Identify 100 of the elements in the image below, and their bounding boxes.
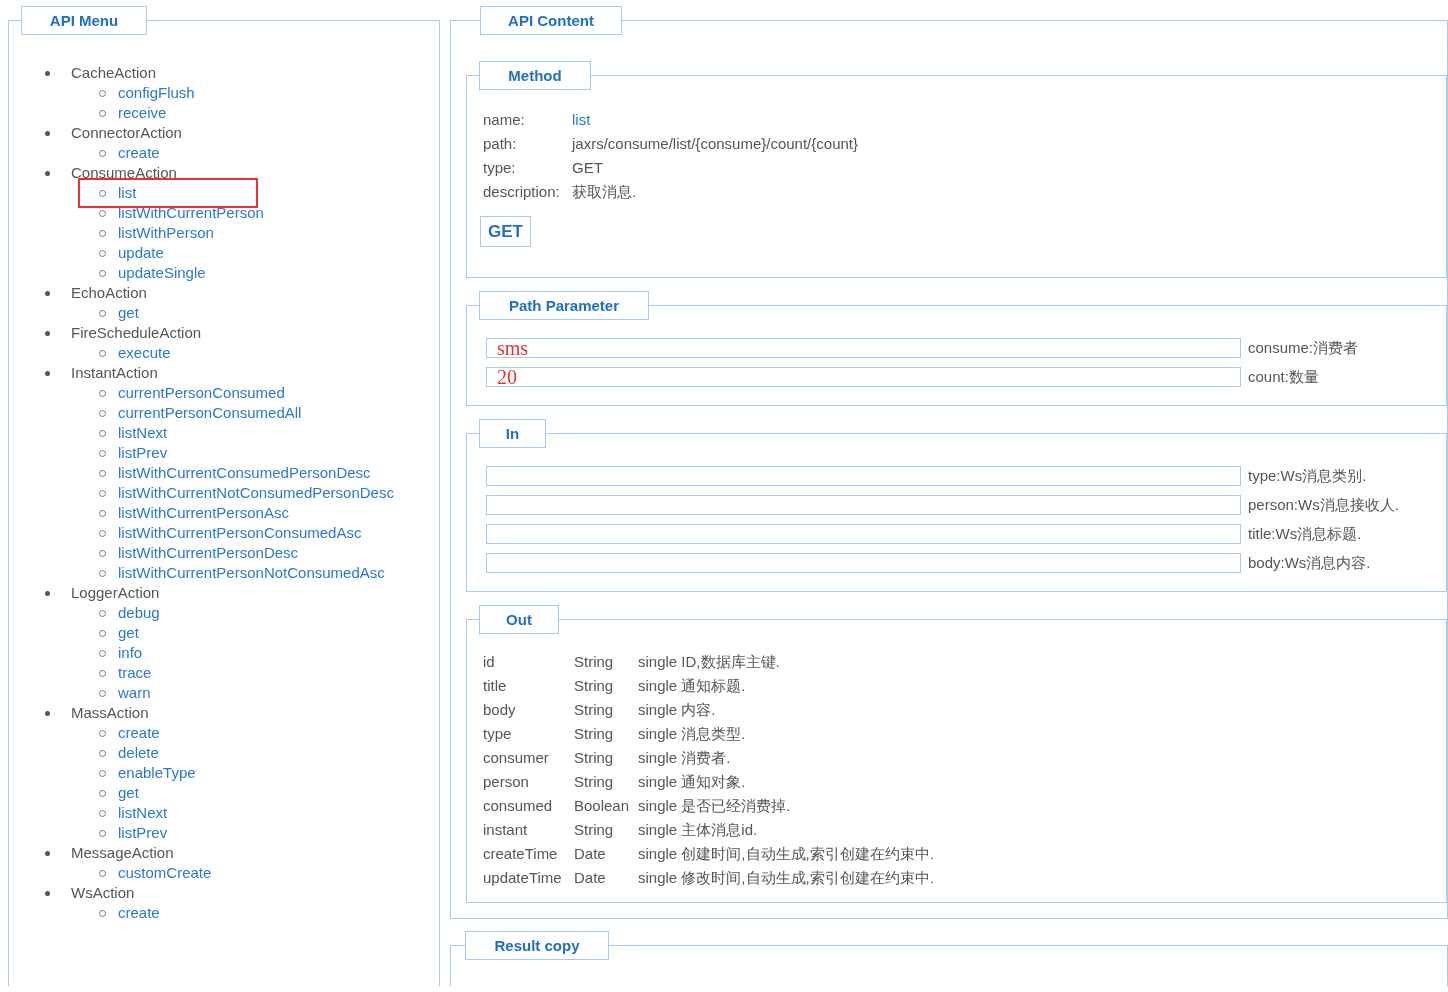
bullet-icon — [45, 370, 50, 376]
section-title: In — [479, 419, 546, 448]
input-field[interactable] — [486, 553, 1241, 573]
menu-link[interactable]: get — [118, 303, 139, 323]
menu-link[interactable]: debug — [118, 603, 160, 623]
bullet-icon — [45, 330, 50, 336]
menu-link[interactable]: warn — [118, 683, 151, 703]
table-cell-text: single 通知标题. — [638, 676, 747, 696]
table-cell-text: single 主体消息id. — [638, 820, 759, 840]
input-field[interactable]: 20 — [486, 367, 1241, 387]
menu-link[interactable]: customCreate — [118, 863, 212, 883]
table-cell-text: single 内容. — [638, 700, 717, 720]
table-cell-text: Date — [574, 844, 607, 864]
bullet-icon — [45, 70, 50, 76]
menu-link[interactable]: listWithPerson — [118, 223, 214, 243]
table-cell-text: type — [483, 724, 513, 744]
section-title: Path Parameter — [479, 291, 649, 320]
table-cell-text: single 通知对象. — [638, 772, 747, 792]
menu-link[interactable]: list — [118, 183, 137, 203]
menu-link[interactable]: listPrev — [118, 443, 168, 463]
table-cell-text: Boolean — [574, 796, 631, 816]
table-cell-text: String — [574, 772, 615, 792]
table-cell-text: consumer — [483, 748, 550, 768]
menu-link[interactable]: get — [118, 783, 139, 803]
menu-link[interactable]: updateSingle — [118, 263, 206, 283]
table-cell-text: updateTime — [483, 868, 563, 888]
group-name: ConnectorAction — [71, 123, 182, 143]
menu-link[interactable]: listWithCurrentPersonAsc — [118, 503, 289, 523]
menu-link[interactable]: listWithCurrentConsumedPersonDesc — [118, 463, 371, 483]
table-cell-text: String — [574, 748, 615, 768]
menu-link[interactable]: create — [118, 143, 160, 163]
param-label: count:数量 — [1248, 367, 1319, 387]
field-label: description: — [483, 182, 561, 202]
field-label: name: — [483, 110, 526, 130]
table-cell-text: single 消费者. — [638, 748, 732, 768]
param-label: type:Ws消息类别. — [1248, 466, 1367, 486]
table-cell-text: String — [574, 676, 615, 696]
bullet-icon — [45, 130, 50, 136]
menu-link[interactable]: create — [118, 903, 160, 923]
bullet-icon — [45, 290, 50, 296]
field-label: type: — [483, 158, 517, 178]
table-cell-text: body — [483, 700, 517, 720]
field-value: 获取消息. — [572, 182, 638, 202]
section-title: API Menu — [21, 6, 147, 35]
group-name: LoggerAction — [71, 583, 160, 603]
menu-link[interactable]: get — [118, 623, 139, 643]
param-label: consume:消费者 — [1248, 338, 1359, 358]
table-cell-text: consumed — [483, 796, 554, 816]
param-label: body:Ws消息内容. — [1248, 553, 1371, 573]
menu-link[interactable]: listWithCurrentPerson — [118, 203, 264, 223]
bullet-icon — [45, 170, 50, 176]
menu-link[interactable]: listWithCurrentPersonNotConsumedAsc — [118, 563, 385, 583]
menu-link[interactable]: listWithCurrentPersonConsumedAsc — [118, 523, 362, 543]
menu-link[interactable]: execute — [118, 343, 171, 363]
table-cell-text: single 消息类型. — [638, 724, 747, 744]
group-name: FireScheduleAction — [71, 323, 202, 343]
section-title: Result copy — [465, 931, 609, 960]
table-cell-text: instant — [483, 820, 529, 840]
table-cell-text: id — [483, 652, 496, 672]
group-name: MassAction — [71, 703, 149, 723]
menu-link[interactable]: enableType — [118, 763, 196, 783]
section-title: Method — [479, 61, 591, 90]
param-label: person:Ws消息接收人. — [1248, 495, 1399, 515]
bullet-icon — [45, 710, 50, 716]
menu-link[interactable]: listPrev — [118, 823, 168, 843]
input-field[interactable]: sms — [486, 338, 1241, 358]
menu-link[interactable]: receive — [118, 103, 167, 123]
param-label: title:Ws消息标题. — [1248, 524, 1362, 544]
table-cell-text: single 创建时间,自动生成,索引创建在约束中. — [638, 844, 935, 864]
menu-link[interactable]: currentPersonConsumed — [118, 383, 285, 403]
menu-link[interactable]: create — [118, 723, 160, 743]
bullet-icon — [45, 850, 50, 856]
menu-link[interactable]: update — [118, 243, 164, 263]
table-cell-text: Date — [574, 868, 607, 888]
field-value: jaxrs/consume/list/{consume}/count/{count} — [572, 134, 859, 154]
table-cell-text: person — [483, 772, 530, 792]
field-value[interactable]: list — [572, 110, 1446, 130]
bullet-icon — [45, 590, 50, 596]
menu-link[interactable]: listNext — [118, 423, 168, 443]
menu-link[interactable]: listWithCurrentNotConsumedPersonDesc — [118, 483, 394, 503]
group-name: MessageAction — [71, 843, 174, 863]
section-title: Out — [479, 605, 559, 634]
menu-link[interactable]: listWithCurrentPersonDesc — [118, 543, 299, 563]
input-field[interactable] — [486, 524, 1241, 544]
group-name: InstantAction — [71, 363, 158, 383]
menu-link[interactable]: info — [118, 643, 143, 663]
table-cell-text: String — [574, 700, 615, 720]
table-cell-text: String — [574, 820, 615, 840]
menu-link[interactable]: configFlush — [118, 83, 195, 103]
menu-link[interactable]: listNext — [118, 803, 168, 823]
field-value: GET — [572, 158, 604, 178]
input-field[interactable] — [486, 495, 1241, 515]
menu-link[interactable]: currentPersonConsumedAll — [118, 403, 302, 423]
menu-link[interactable]: delete — [118, 743, 159, 763]
menu-link[interactable]: trace — [118, 663, 152, 683]
input-field[interactable] — [486, 466, 1241, 486]
group-name: CacheAction — [71, 63, 157, 83]
get-button[interactable]: GET — [480, 216, 531, 247]
table-cell-text: single ID,数据库主键. — [638, 652, 781, 672]
table-cell-text: title — [483, 676, 508, 696]
